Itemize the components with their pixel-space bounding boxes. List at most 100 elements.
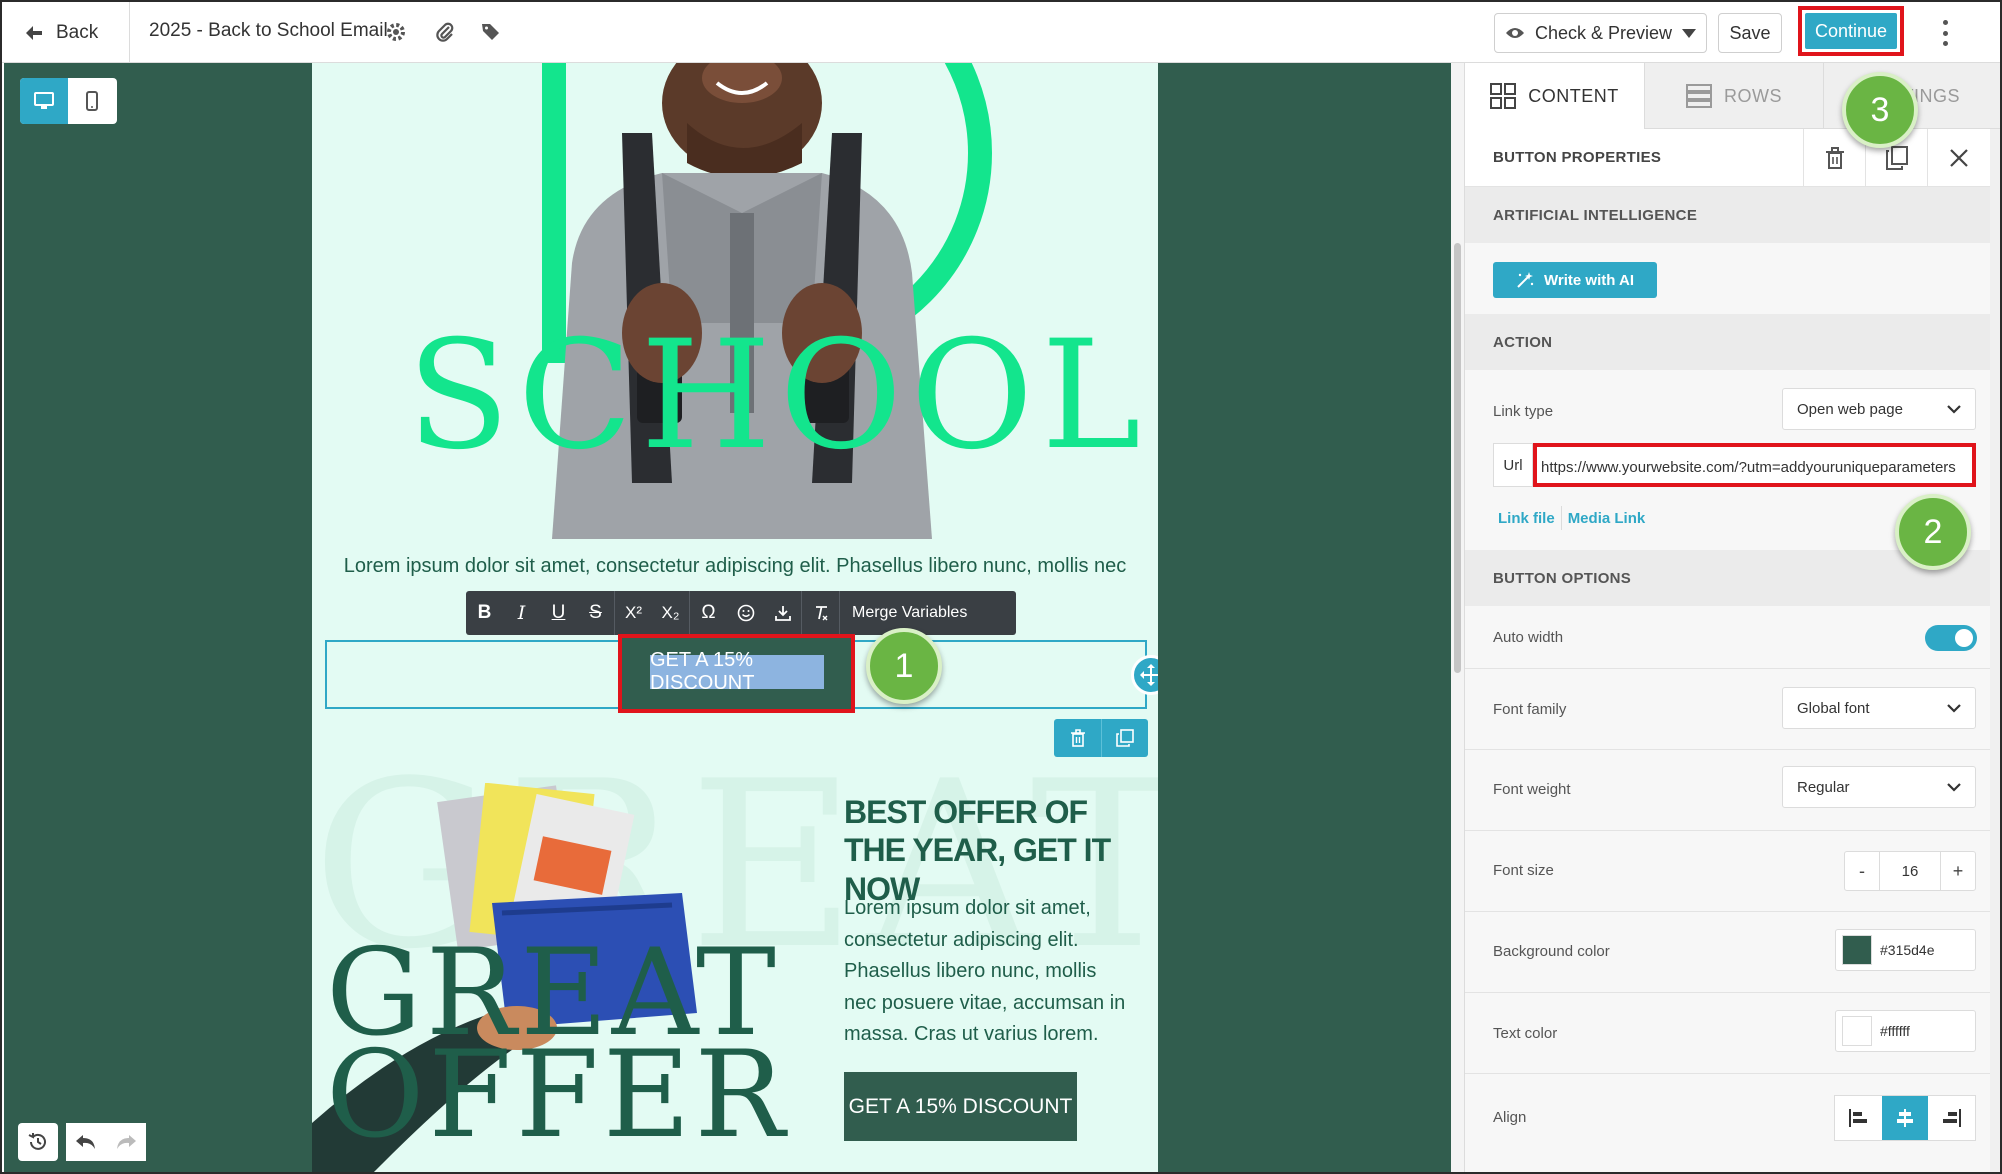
callout-2: 2 (1895, 494, 1971, 570)
url-input-highlight (1533, 443, 1976, 487)
continue-button[interactable]: Continue (1805, 13, 1897, 49)
merge-variables-button[interactable]: Merge Variables (840, 604, 979, 622)
background-color-field[interactable]: #315d4e (1835, 929, 1976, 971)
paperclip-icon[interactable] (434, 21, 456, 43)
more-options-icon[interactable] (1940, 20, 1950, 46)
back-arrow-icon (26, 26, 42, 40)
divider (1465, 911, 1990, 912)
align-right-icon (1942, 1109, 1961, 1127)
text-color-swatch[interactable] (1842, 1016, 1872, 1046)
panel-tabs: CONTENT ROWS SETTINGS (1465, 63, 2000, 129)
chevron-down-icon (1947, 703, 1961, 713)
clear-format-button[interactable] (802, 591, 839, 635)
superscript-button[interactable]: X² (615, 591, 652, 635)
text-format-toolbar: B I U S X² X₂ Ω Merge Variables (466, 591, 1016, 635)
desktop-view-button[interactable] (20, 78, 68, 124)
write-with-ai-button[interactable]: Write with AI (1493, 262, 1657, 298)
subscript-button[interactable]: X₂ (652, 591, 689, 635)
divider (1465, 668, 1990, 669)
align-label: Align (1493, 1109, 1527, 1126)
email-body: SCHOOL Lorem ipsum dolor sit amet, conse… (312, 63, 1158, 1172)
upload-icon (774, 606, 791, 621)
align-center-button[interactable] (1881, 1096, 1929, 1140)
offer-word: OFFER (326, 1026, 789, 1165)
tab-rows[interactable]: ROWS (1644, 63, 1823, 129)
trash-icon (1825, 147, 1844, 169)
divider (1465, 1073, 1990, 1074)
button-properties-header: BUTTON PROPERTIES (1465, 129, 2000, 187)
special-characters-button[interactable]: Ω (690, 591, 727, 635)
app-frame: Back 2025 - Back to School Email Check &… (0, 0, 2002, 1174)
align-left-icon (1849, 1109, 1868, 1127)
back-button[interactable]: Back (24, 18, 98, 48)
font-size-decrease-button[interactable]: - (1845, 852, 1879, 890)
emoji-button[interactable] (727, 591, 764, 635)
font-weight-select[interactable]: Regular (1782, 766, 1976, 808)
align-center-icon (1897, 1109, 1913, 1127)
font-size-label: Font size (1493, 862, 1554, 879)
link-file-link[interactable]: Link file (1498, 510, 1555, 527)
italic-button[interactable]: I (503, 591, 540, 635)
auto-width-toggle[interactable] (1925, 625, 1977, 651)
tag-icon[interactable] (480, 21, 502, 43)
auto-width-label: Auto width (1493, 629, 1564, 646)
text-color-field[interactable]: #ffffff (1835, 1010, 1976, 1052)
insert-button[interactable] (764, 591, 801, 635)
magic-wand-icon (1517, 272, 1534, 288)
url-input[interactable] (1541, 455, 1968, 479)
write-with-ai-label: Write with AI (1544, 271, 1634, 289)
offer-body-text[interactable]: Lorem ipsum dolor sit amet, consectetur … (844, 893, 1134, 1051)
font-family-label: Font family (1493, 701, 1567, 718)
url-row: Url (1493, 443, 1976, 487)
discount-button-secondary[interactable]: GET A 15% DISCOUNT (844, 1072, 1077, 1141)
strikethrough-button[interactable]: S (577, 591, 614, 635)
font-weight-value: Regular (1797, 778, 1850, 796)
discount-button-selected[interactable]: GET A 15% DISCOUNT (650, 649, 824, 694)
tab-rows-label: ROWS (1724, 85, 1782, 106)
underline-button[interactable]: U (540, 591, 577, 635)
link-type-select[interactable]: Open web page (1782, 388, 1976, 430)
save-button[interactable]: Save (1718, 13, 1782, 53)
bold-button[interactable]: B (466, 591, 503, 635)
align-buttons (1834, 1095, 1976, 1141)
panel-scrollbar[interactable] (1990, 129, 2000, 1172)
font-weight-label: Font weight (1493, 781, 1571, 798)
offer-title[interactable]: BEST OFFER OF THE YEAR, GET IT NOW (844, 793, 1144, 908)
redo-button[interactable] (106, 1123, 146, 1161)
text-color-value: #ffffff (1880, 1023, 1910, 1039)
link-type-value: Open web page (1797, 400, 1903, 418)
move-icon (1140, 664, 1158, 686)
check-preview-button[interactable]: Check & Preview (1494, 13, 1707, 53)
mobile-view-button[interactable] (68, 78, 116, 124)
document-title: 2025 - Back to School Email (149, 20, 388, 41)
history-icon (28, 1133, 46, 1150)
clear-format-icon (815, 606, 827, 621)
font-size-increase-button[interactable]: + (1941, 852, 1975, 890)
background-color-swatch[interactable] (1842, 935, 1872, 965)
eye-icon (1505, 28, 1524, 38)
align-left-button[interactable] (1835, 1096, 1882, 1140)
grid-icon (1490, 83, 1517, 109)
action-section-header: ACTION (1465, 314, 2000, 370)
font-family-select[interactable]: Global font (1782, 687, 1976, 729)
close-icon (1949, 149, 1968, 167)
chevron-down-icon (1947, 404, 1961, 414)
align-right-button[interactable] (1928, 1096, 1975, 1140)
mobile-icon (86, 91, 98, 111)
canvas-scrollbar-thumb[interactable] (1454, 243, 1461, 673)
canvas-scrollbar[interactable] (1451, 63, 1464, 1172)
ai-section-header: ARTIFICIAL INTELLIGENCE (1465, 187, 2000, 243)
hero-lorem-text[interactable]: Lorem ipsum dolor sit amet, consectetur … (312, 555, 1158, 578)
properties-panel: CONTENT ROWS SETTINGS BUTTON PROPERTIES … (1464, 63, 2000, 1172)
gear-icon[interactable] (385, 21, 407, 43)
history-button[interactable] (18, 1123, 58, 1161)
button-properties-title: BUTTON PROPERTIES (1493, 149, 1662, 166)
tab-content[interactable]: CONTENT (1465, 63, 1644, 129)
device-toggle (20, 78, 117, 124)
font-size-value[interactable]: 16 (1879, 852, 1941, 890)
continue-highlight: Continue (1798, 6, 1904, 56)
undo-button[interactable] (66, 1123, 106, 1161)
close-panel-button[interactable] (1927, 129, 1989, 187)
media-link-link[interactable]: Media Link (1568, 510, 1646, 527)
toggle-knob (1955, 629, 1973, 647)
